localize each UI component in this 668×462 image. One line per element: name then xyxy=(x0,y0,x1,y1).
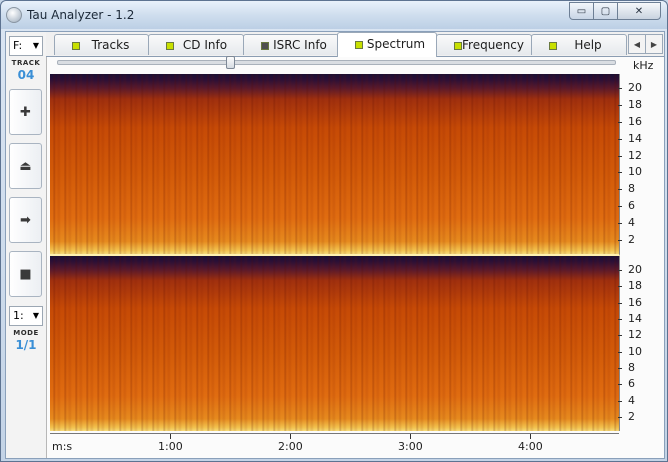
tab-label: CD Info xyxy=(182,38,228,52)
time-tick-mark xyxy=(530,434,531,439)
stop-icon: ■ xyxy=(19,266,32,282)
left-control-panel: F: ▼ TRACK 04 ✚ ⏏ ➡ ■ 1: ▼ MODE 1/1 xyxy=(6,32,47,458)
app-icon xyxy=(6,7,22,23)
eject-button[interactable]: ⏏ xyxy=(9,143,42,189)
chevron-down-icon: ▼ xyxy=(32,41,39,50)
mode-select-value: 1: xyxy=(13,309,24,322)
frequency-axis-top: 20 18 16 14 12 10 8 6 4 2 xyxy=(618,81,642,246)
time-tick-label: 2:00 xyxy=(278,440,303,453)
tab-label: Spectrum xyxy=(366,37,426,51)
zoom-slider-track[interactable] xyxy=(57,60,616,65)
zoom-slider-thumb[interactable] xyxy=(225,56,235,69)
time-axis: m:s 1:00 2:00 3:00 4:00 xyxy=(50,433,619,458)
close-icon: ✕ xyxy=(634,5,644,17)
minimize-icon: ▭ xyxy=(576,5,587,17)
spectrogram-left-channel xyxy=(50,74,620,256)
mode-value: 1/1 xyxy=(15,338,37,352)
client-area: F: ▼ TRACK 04 ✚ ⏏ ➡ ■ 1: ▼ MODE 1/1 Trac… xyxy=(5,31,665,459)
tab-frequency[interactable]: Frequency xyxy=(436,34,532,55)
time-tick-mark xyxy=(410,434,411,439)
maximize-icon: ▢ xyxy=(600,5,611,17)
drive-value: F: xyxy=(13,39,23,52)
chevron-right-icon: ▶ xyxy=(650,39,658,49)
tab-scroll-left-button[interactable]: ◀ xyxy=(628,34,646,54)
tab-spectrum[interactable]: Spectrum xyxy=(337,32,437,57)
time-tick-label: 4:00 xyxy=(518,440,543,453)
track-number: 04 xyxy=(17,68,35,82)
maximize-button[interactable]: ▢ xyxy=(593,2,618,20)
tab-strip: Tracks CD Info ISRC Info Spectrum Freque… xyxy=(46,32,664,57)
plus-icon: ✚ xyxy=(20,104,31,120)
tab-label: Tracks xyxy=(91,38,130,52)
close-button[interactable]: ✕ xyxy=(617,2,661,20)
tab-label: Frequency xyxy=(462,38,524,52)
add-button[interactable]: ✚ xyxy=(9,89,42,135)
minimize-button[interactable]: ▭ xyxy=(569,2,594,20)
chevron-left-icon: ◀ xyxy=(633,39,641,49)
stop-button[interactable]: ■ xyxy=(9,251,42,297)
tab-scroll-right-button[interactable]: ▶ xyxy=(645,34,663,54)
app-window: Tau Analyzer - 1.2 ▭ ▢ ✕ F: ▼ TRACK 04 ✚… xyxy=(0,0,668,462)
time-tick-label: 3:00 xyxy=(398,440,423,453)
spectrogram-right-channel xyxy=(50,256,620,431)
frequency-unit-label: kHz xyxy=(633,59,654,72)
frequency-axis-bottom: 20 18 16 14 12 10 8 6 4 2 xyxy=(618,263,642,423)
eject-icon: ⏏ xyxy=(19,158,32,174)
tab-isrc-info[interactable]: ISRC Info xyxy=(243,34,339,55)
tab-cd-info[interactable]: CD Info xyxy=(148,34,244,55)
window-title: Tau Analyzer - 1.2 xyxy=(27,8,135,22)
mode-select[interactable]: 1: ▼ xyxy=(9,306,43,326)
chevron-down-icon: ▼ xyxy=(32,311,39,320)
tab-tracks[interactable]: Tracks xyxy=(54,34,149,55)
play-button[interactable]: ➡ xyxy=(9,197,42,243)
track-label: TRACK xyxy=(11,59,41,67)
arrow-right-icon: ➡ xyxy=(20,212,31,228)
tab-label: ISRC Info xyxy=(273,38,327,52)
tab-help[interactable]: Help xyxy=(531,34,627,55)
time-tick-mark xyxy=(290,434,291,439)
tab-label: Help xyxy=(574,38,602,52)
mode-label: MODE xyxy=(13,329,39,337)
time-axis-unit: m:s xyxy=(52,440,73,453)
drive-select[interactable]: F: ▼ xyxy=(9,36,43,56)
title-bar[interactable]: Tau Analyzer - 1.2 ▭ ▢ ✕ xyxy=(1,1,667,29)
time-tick-label: 1:00 xyxy=(158,440,183,453)
time-tick-mark xyxy=(170,434,171,439)
